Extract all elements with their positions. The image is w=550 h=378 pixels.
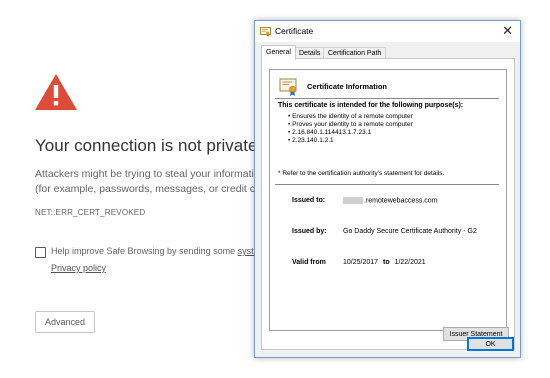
redacted-block bbox=[343, 197, 363, 204]
dialog-title: Certificate bbox=[275, 26, 314, 36]
warning-triangle-icon bbox=[35, 74, 77, 110]
refer-note: * Refer to the certification authority's… bbox=[278, 170, 445, 177]
close-icon[interactable]: ✕ bbox=[502, 23, 513, 39]
privacy-policy-link[interactable]: Privacy policy bbox=[51, 263, 106, 273]
ok-button[interactable]: OK bbox=[467, 337, 514, 351]
safe-browsing-checkbox[interactable] bbox=[35, 247, 46, 258]
purpose-item: • 2.16.840.1.114413.1.7.23.1 bbox=[288, 129, 372, 136]
certificate-dialog: Certificate ✕ General Details Certificat… bbox=[254, 20, 521, 358]
advanced-button[interactable]: Advanced bbox=[35, 311, 95, 333]
issued-to-label: Issued to: bbox=[292, 197, 326, 204]
certificate-info-heading: Certificate Information bbox=[307, 82, 388, 91]
purpose-list: • Ensures the identity of a remote compu… bbox=[288, 113, 413, 145]
page-title: Your connection is not private bbox=[35, 136, 258, 155]
issued-to-value: .remotewebaccess.com bbox=[343, 197, 438, 204]
certificate-icon bbox=[260, 27, 271, 37]
purpose-heading: This certificate is intended for the fol… bbox=[278, 102, 464, 109]
valid-from-label: Valid from bbox=[292, 259, 326, 266]
valid-to-label: to bbox=[383, 259, 390, 266]
dialog-titlebar[interactable]: Certificate ✕ bbox=[255, 21, 520, 42]
purpose-item: • Ensures the identity of a remote compu… bbox=[288, 113, 413, 120]
valid-from-value: 10/25/2017 bbox=[343, 259, 379, 266]
safe-browsing-label: Help improve Safe Browsing by sending so… bbox=[51, 246, 255, 256]
tab-general[interactable]: General bbox=[261, 45, 296, 60]
purpose-item: • 2.23.140.1.2.1 bbox=[288, 137, 334, 144]
error-code: NET::ERR_CERT_REVOKED bbox=[35, 208, 146, 217]
certificate-info-box: Certificate Information This certificate… bbox=[269, 69, 507, 331]
issued-by-label: Issued by: bbox=[292, 228, 327, 235]
purpose-item: • Proves your identity to a remote compu… bbox=[288, 121, 413, 128]
certificate-badge-icon bbox=[279, 78, 297, 96]
general-tab-panel: Certificate Information This certificate… bbox=[261, 58, 515, 350]
separator bbox=[275, 98, 499, 99]
error-description: Attackers might be trying to steal your … bbox=[35, 167, 259, 197]
system-info-link[interactable]: system bbox=[238, 246, 255, 256]
valid-to-value: 1/22/2021 bbox=[394, 259, 426, 266]
error-description-line: (for example, passwords, messages, or cr… bbox=[35, 183, 259, 195]
valid-period: 10/25/2017 to 1/22/2021 bbox=[343, 259, 426, 266]
issued-by-value: Go Daddy Secure Certificate Authority - … bbox=[343, 228, 477, 235]
error-description-line: Attackers might be trying to steal your … bbox=[35, 168, 259, 180]
issued-to-domain: .remotewebaccess.com bbox=[364, 197, 438, 205]
safe-browsing-text: Help improve Safe Browsing by sending so… bbox=[51, 246, 238, 256]
separator bbox=[275, 184, 499, 185]
